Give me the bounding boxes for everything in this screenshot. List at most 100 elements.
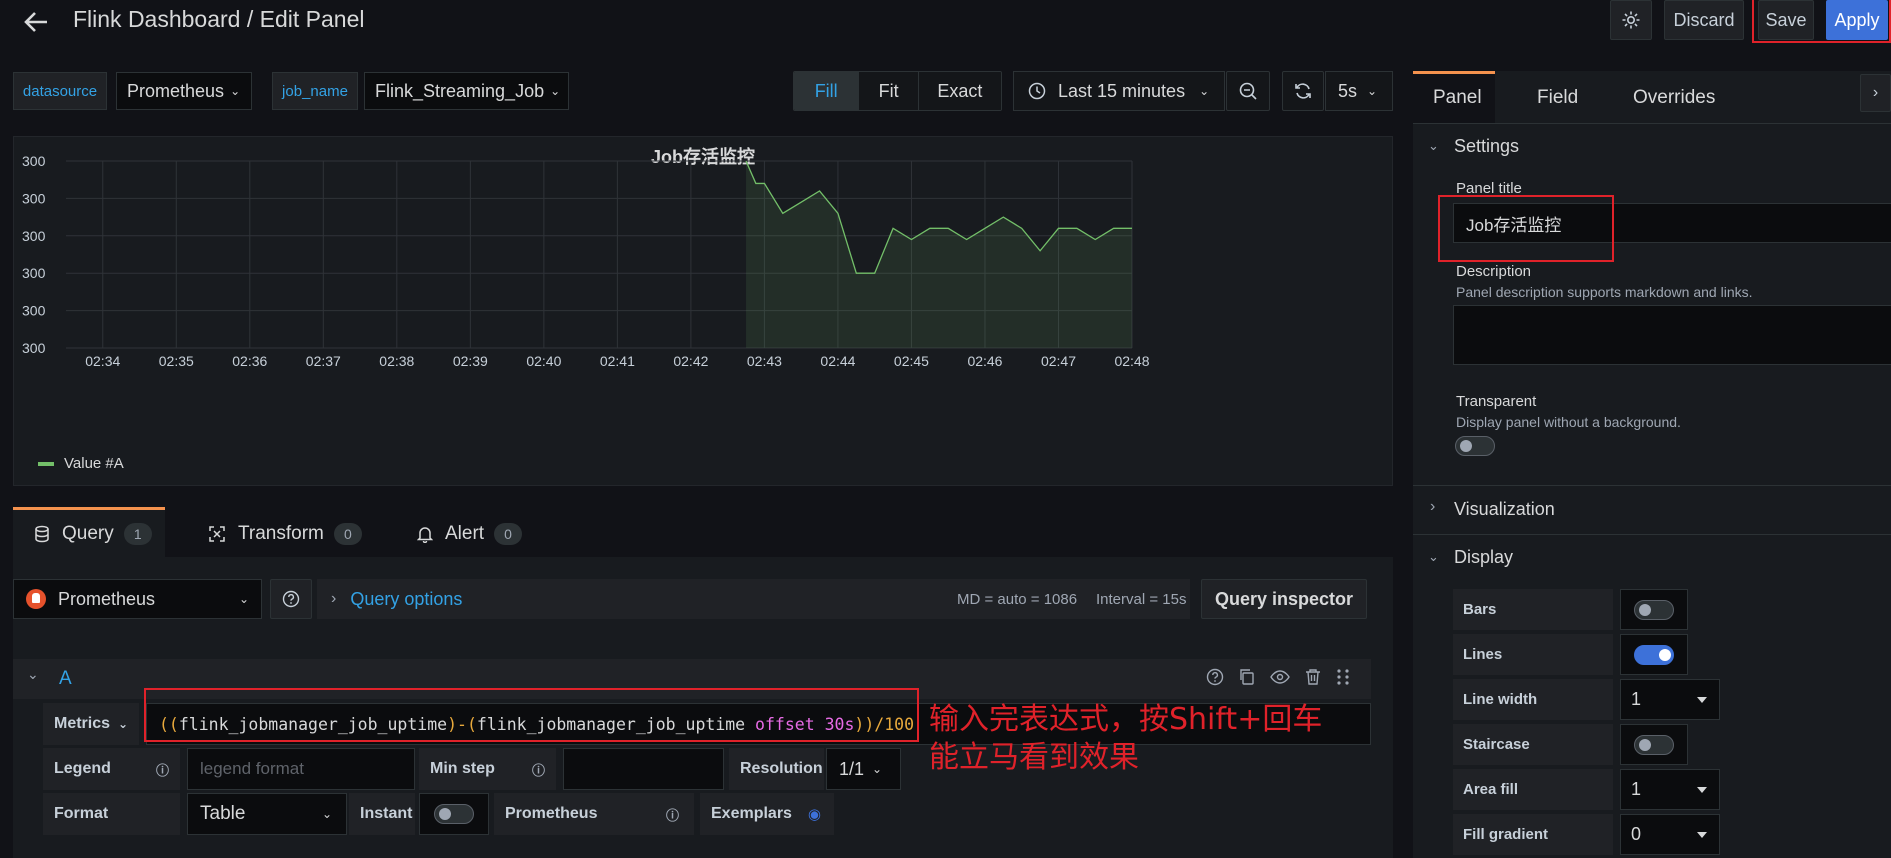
metrics-label: Metrics xyxy=(54,715,111,732)
transform-icon xyxy=(209,526,225,542)
visualization-section-title[interactable]: Visualization xyxy=(1454,499,1555,520)
description-hint: Panel description supports markdown and … xyxy=(1456,284,1753,300)
format-select[interactable]: Table ⌄ xyxy=(187,793,347,835)
drag-handle-icon[interactable] xyxy=(1336,668,1350,686)
y-tick-label: 300 xyxy=(22,153,46,169)
options-tab-panel[interactable]: Panel xyxy=(1433,74,1482,122)
refresh-interval-select[interactable]: 5s ⌄ xyxy=(1325,71,1393,111)
trash-icon[interactable] xyxy=(1304,668,1322,686)
chevron-down-icon: ⌄ xyxy=(238,592,249,606)
area-fill-select[interactable]: 1 xyxy=(1620,769,1720,810)
datasource-variable-select[interactable]: Prometheus ⌄ xyxy=(116,72,252,110)
caret-down-icon xyxy=(1697,832,1707,838)
staircase-toggle[interactable] xyxy=(1634,735,1674,755)
x-tick-label: 02:44 xyxy=(820,353,855,369)
lines-toggle[interactable] xyxy=(1634,645,1674,665)
interval-info: Interval = 15s xyxy=(1096,590,1187,608)
chevron-down-icon[interactable]: ⌄ xyxy=(1428,549,1439,565)
view-mode-fill[interactable]: Fill xyxy=(794,72,859,110)
x-tick-label: 02:35 xyxy=(159,353,194,369)
resolution-select[interactable]: 1/1 ⌄ xyxy=(826,748,901,790)
tab-alert[interactable]: Alert 0 xyxy=(417,510,523,558)
eye-icon[interactable] xyxy=(1270,668,1290,686)
tab-query[interactable]: Query 1 xyxy=(34,510,152,558)
line-width-select[interactable]: 1 xyxy=(1620,679,1720,720)
refresh-icon xyxy=(1295,83,1311,99)
datasource-help-button[interactable] xyxy=(270,579,312,619)
metrics-button[interactable]: Metrics ⌄ xyxy=(43,703,139,745)
discard-button[interactable]: Discard xyxy=(1664,0,1744,40)
options-tab-field[interactable]: Field xyxy=(1537,74,1578,122)
bars-toggle[interactable] xyxy=(1634,600,1674,620)
format-label: Format xyxy=(43,793,180,835)
tab-alert-count: 0 xyxy=(494,523,523,545)
x-tick-label: 02:48 xyxy=(1114,353,1149,369)
view-mode-fit[interactable]: Fit xyxy=(858,72,918,110)
instant-toggle[interactable] xyxy=(434,804,474,824)
datasource-variable-label: datasource xyxy=(13,72,107,110)
x-tick-label: 02:46 xyxy=(967,353,1002,369)
query-row-actions xyxy=(1206,668,1350,686)
legend-label: Value #A xyxy=(64,455,124,472)
prometheus-icon xyxy=(26,589,46,609)
job-name-variable-select[interactable]: Flink_Streaming_Job ⌄ xyxy=(364,72,569,110)
tab-transform-label: Transform xyxy=(238,523,324,544)
legend-item[interactable]: Value #A xyxy=(38,455,124,472)
x-tick-label: 02:42 xyxy=(673,353,708,369)
y-tick-label: 300 xyxy=(22,340,46,356)
fill-gradient-label: Fill gradient xyxy=(1453,814,1613,855)
chevron-down-icon[interactable]: ⌄ xyxy=(1428,138,1439,154)
job-name-variable-value: Flink_Streaming_Job xyxy=(375,80,545,101)
tab-query-label: Query xyxy=(62,523,114,544)
chart-svg: 300 300 300 300 300 300 02:34 02:35 02:36 02:37 02… xyxy=(22,153,1150,369)
refresh-button[interactable] xyxy=(1282,71,1324,111)
query-row-label[interactable]: A xyxy=(59,668,72,690)
x-tick-label: 02:41 xyxy=(600,353,635,369)
line-width-label: Line width xyxy=(1453,679,1613,720)
zoom-out-button[interactable] xyxy=(1226,71,1270,111)
section-divider xyxy=(1413,485,1891,486)
chevron-right-icon[interactable]: › xyxy=(1430,498,1435,516)
resolution-label: Resolution xyxy=(729,748,824,790)
question-circle-icon[interactable] xyxy=(1206,668,1224,686)
time-range-picker[interactable]: Last 15 minutes ⌄ xyxy=(1013,71,1225,111)
prometheus-type-label: Prometheus ⓘ xyxy=(494,793,694,835)
copy-icon[interactable] xyxy=(1238,668,1256,686)
x-tick-label: 02:40 xyxy=(526,353,561,369)
collapse-pane-button[interactable]: › xyxy=(1860,74,1891,112)
settings-section-title[interactable]: Settings xyxy=(1454,136,1519,157)
back-arrow-icon[interactable] xyxy=(22,8,50,36)
min-step-input[interactable] xyxy=(563,748,724,790)
query-datasource-value: Prometheus xyxy=(58,588,156,609)
job-name-variable-label: job_name xyxy=(272,72,358,110)
format-value: Table xyxy=(200,803,246,824)
legend-format-input[interactable]: legend format xyxy=(187,748,415,790)
chevron-down-icon: ⌄ xyxy=(321,807,332,821)
chevron-down-icon: ⌄ xyxy=(118,717,129,731)
bell-icon xyxy=(417,527,433,543)
fill-gradient-select[interactable]: 0 xyxy=(1620,814,1720,855)
line-width-value: 1 xyxy=(1631,689,1642,709)
view-mode-exact[interactable]: Exact xyxy=(917,72,1001,110)
graph-panel: Job存活监控 300 300 300 300 300 300 02:34 02:35 02:3… xyxy=(13,136,1393,486)
zoom-out-icon xyxy=(1239,82,1257,100)
options-tab-overrides[interactable]: Overrides xyxy=(1633,74,1715,122)
settings-gear-button[interactable] xyxy=(1610,0,1652,40)
staircase-label: Staircase xyxy=(1453,724,1613,765)
description-textarea[interactable] xyxy=(1453,305,1891,365)
x-tick-label: 02:37 xyxy=(306,353,341,369)
tab-transform[interactable]: Transform 0 xyxy=(208,510,362,558)
exemplars-label: Exemplars ◉ xyxy=(700,793,834,835)
query-options-bar[interactable]: › Query options MD = auto = 1086 Interva… xyxy=(317,579,1190,619)
collapse-chevron-icon[interactable]: ⌄ xyxy=(27,666,39,683)
tab-query-count: 1 xyxy=(123,523,152,545)
y-tick-label: 300 xyxy=(22,303,46,319)
transparent-toggle[interactable] xyxy=(1455,436,1495,456)
database-icon xyxy=(35,525,49,543)
eye-icon[interactable]: ◉ xyxy=(808,805,821,823)
x-tick-label: 02:47 xyxy=(1041,353,1076,369)
query-datasource-select[interactable]: Prometheus ⌄ xyxy=(13,579,262,619)
query-inspector-button[interactable]: Query inspector xyxy=(1201,579,1367,619)
display-section-title[interactable]: Display xyxy=(1454,547,1513,568)
x-tick-label: 02:43 xyxy=(747,353,782,369)
